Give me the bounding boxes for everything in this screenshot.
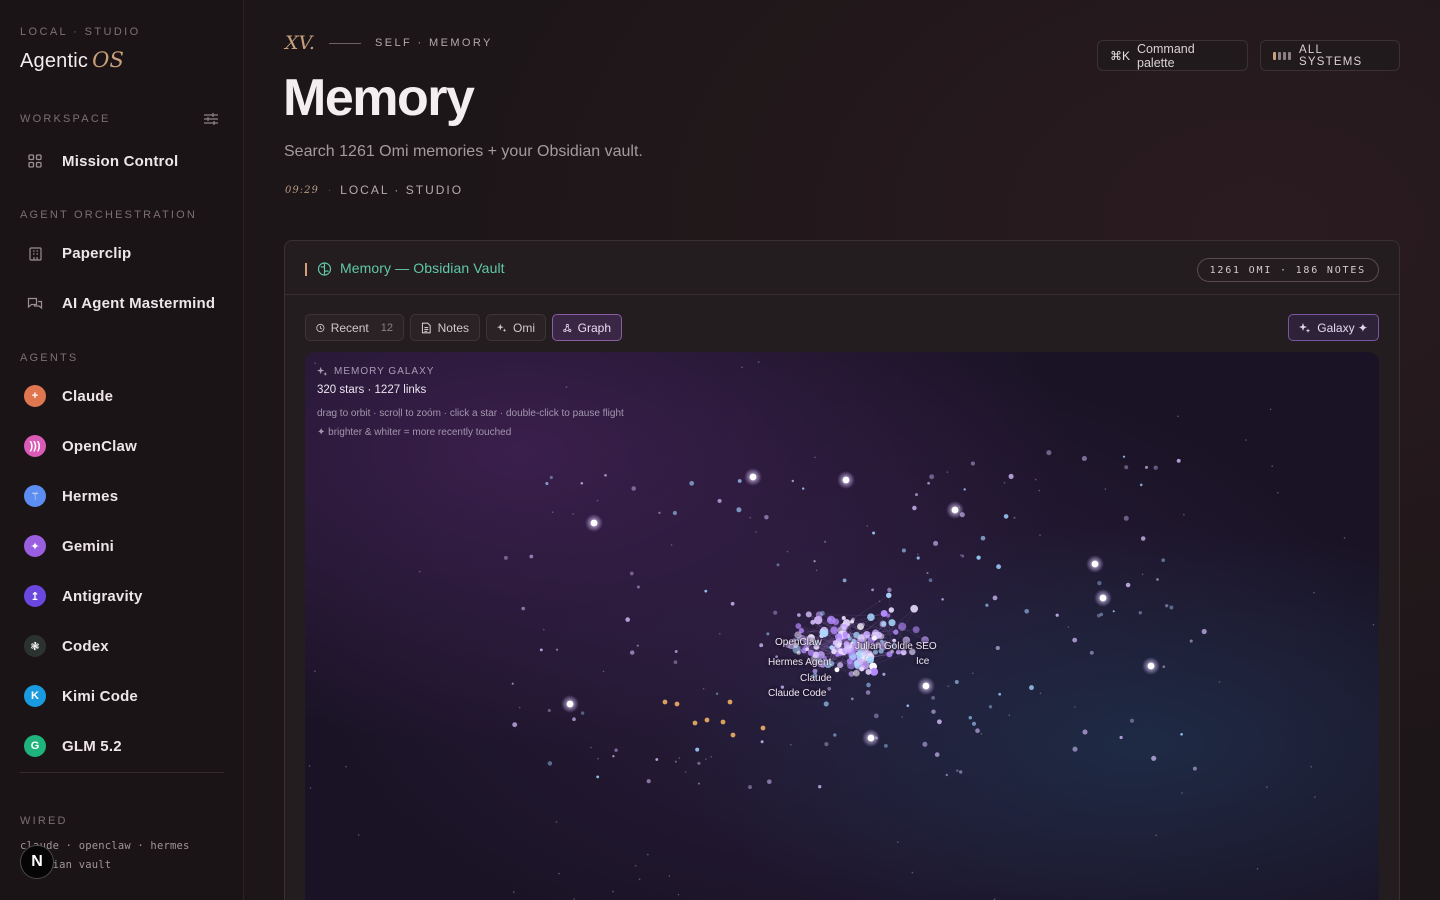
clock-icon bbox=[316, 323, 325, 332]
galaxy-stats: 320 stars · 1227 links bbox=[317, 384, 427, 396]
antigravity-avatar-icon: ↥ bbox=[24, 585, 46, 607]
count-badge: 1261 OMI · 186 NOTES bbox=[1196, 258, 1379, 282]
galaxy-hint: drag to orbit · scroll to zoom · click a… bbox=[317, 408, 624, 419]
breadcrumb: SELF · MEMORY bbox=[374, 37, 493, 49]
gemini-avatar-icon: ✦ bbox=[24, 535, 46, 557]
node-label[interactable]: Ice bbox=[916, 656, 929, 667]
sidebar-item-label: AI Agent Mastermind bbox=[62, 294, 216, 312]
glm-5-2-avatar-icon: G bbox=[24, 735, 46, 757]
galaxy-eyebrow-label: MEMORY GALAXY bbox=[334, 366, 435, 377]
tab-omi[interactable]: Omi bbox=[486, 314, 546, 341]
node-label[interactable]: Julian Goldie SEO bbox=[855, 641, 937, 652]
tab-notes[interactable]: Notes bbox=[410, 314, 480, 341]
brand-title[interactable]: Agentic OS bbox=[20, 48, 124, 73]
kimi-code-avatar-icon: K bbox=[24, 685, 46, 707]
sidebar-item-label: Mission Control bbox=[62, 152, 179, 170]
page-eyebrow: XV. SELF · MEMORY bbox=[285, 32, 493, 54]
panel-header: Memory — Obsidian Vault 1261 OMI · 186 N… bbox=[285, 241, 1399, 295]
location-label: LOCAL · STUDIO bbox=[340, 183, 464, 197]
tab-label: Omi bbox=[513, 320, 535, 335]
sidebar-item-openclaw[interactable]: ))) OpenClaw bbox=[20, 426, 224, 466]
sidebar-item-gemini[interactable]: ✦ Gemini bbox=[20, 526, 224, 566]
page-meta: 09:29 · LOCAL · STUDIO bbox=[285, 183, 463, 197]
document-icon bbox=[421, 322, 431, 333]
tab-label: Graph bbox=[577, 320, 611, 335]
sidebar-divider bbox=[20, 772, 224, 773]
sidebar-item-glm-5-2[interactable]: G GLM 5.2 bbox=[20, 726, 224, 766]
sidebar-item-claude[interactable]: + Claude bbox=[20, 376, 224, 416]
command-palette-label: Command palette bbox=[1137, 41, 1195, 70]
tab-count: 12 bbox=[380, 321, 393, 334]
panel-title: Memory — Obsidian Vault bbox=[340, 260, 505, 276]
section-orchestration: AGENT ORCHESTRATION bbox=[20, 209, 198, 221]
codex-avatar-icon: ❃ bbox=[24, 635, 46, 657]
openclaw-avatar-icon: ))) bbox=[24, 435, 46, 457]
building-icon bbox=[26, 244, 44, 262]
sidebar-item-label: GLM 5.2 bbox=[62, 737, 122, 755]
tab-graph[interactable]: Graph bbox=[552, 314, 622, 341]
command-palette-button[interactable]: ⌘K Command palette bbox=[1097, 40, 1248, 71]
galaxy-legend-hint: ✦ brighter & whiter = more recently touc… bbox=[317, 427, 512, 438]
galaxy-eyebrow: MEMORY GALAXY bbox=[317, 366, 434, 377]
dev-badge[interactable]: N bbox=[20, 845, 54, 879]
sparkles-icon bbox=[1299, 322, 1311, 333]
sidebar-item-ai-agent-mastermind[interactable]: AI Agent Mastermind bbox=[20, 283, 224, 323]
page-title: Memory bbox=[283, 69, 475, 127]
tab-label: Notes bbox=[437, 320, 469, 335]
sidebar-item-label: Claude bbox=[62, 387, 114, 405]
command-shortcut: ⌘K bbox=[1110, 48, 1131, 63]
sidebar-item-label: Paperclip bbox=[62, 244, 132, 262]
graph-icon bbox=[563, 323, 572, 332]
clock-time: 09:29 bbox=[285, 184, 319, 196]
status-bars-icon bbox=[1273, 51, 1291, 60]
brand-suffix: OS bbox=[92, 48, 125, 72]
sidebar-item-label: OpenClaw bbox=[62, 437, 137, 455]
meta-separator: · bbox=[327, 184, 332, 196]
sidebar-item-kimi-code[interactable]: K Kimi Code bbox=[20, 676, 224, 716]
eyebrow-rule bbox=[328, 42, 361, 44]
sidebar-item-label: Antigravity bbox=[62, 587, 143, 605]
sliders-icon[interactable] bbox=[203, 112, 219, 126]
memory-galaxy-canvas[interactable]: MEMORY GALAXY 320 stars · 1227 links dra… bbox=[305, 352, 1379, 900]
all-systems-button[interactable]: ALL SYSTEMS bbox=[1260, 40, 1400, 71]
sidebar-item-label: Hermes bbox=[62, 487, 119, 505]
sidebar-item-antigravity[interactable]: ↥ Antigravity bbox=[20, 576, 224, 616]
page-subtitle: Search 1261 Omi memories + your Obsidian… bbox=[284, 143, 643, 160]
section-number: XV. bbox=[285, 32, 315, 54]
memory-panel: Memory — Obsidian Vault 1261 OMI · 186 N… bbox=[284, 240, 1400, 900]
sidebar-item-label: Kimi Code bbox=[62, 687, 138, 705]
section-wired: WIRED bbox=[20, 815, 68, 827]
sparkles-icon bbox=[317, 366, 328, 376]
tab-recent[interactable]: Recent 12 bbox=[305, 314, 404, 341]
tab-label: Recent bbox=[330, 320, 369, 335]
sparkles-icon bbox=[497, 323, 507, 332]
sidebar-item-paperclip[interactable]: Paperclip bbox=[20, 233, 224, 273]
node-label[interactable]: Claude bbox=[800, 673, 832, 684]
sidebar: LOCAL · STUDIO Agentic OS WORKSPACE Missi… bbox=[0, 0, 244, 900]
all-systems-label: ALL SYSTEMS bbox=[1299, 43, 1363, 68]
sidebar-item-label: Codex bbox=[62, 637, 109, 655]
galaxy-stars[interactable] bbox=[308, 361, 1375, 900]
claude-avatar-icon: + bbox=[24, 385, 46, 407]
node-label[interactable]: Hermes Agent bbox=[768, 657, 831, 668]
panel-accent-bar bbox=[305, 263, 307, 276]
sidebar-item-mission-control[interactable]: Mission Control bbox=[20, 141, 224, 181]
section-agents: AGENTS bbox=[20, 352, 79, 364]
section-workspace: WORKSPACE bbox=[20, 113, 111, 125]
brand-eyebrow: LOCAL · STUDIO bbox=[20, 26, 141, 38]
sidebar-item-hermes[interactable]: ⚚ Hermes bbox=[20, 476, 224, 516]
sidebar-item-label: Gemini bbox=[62, 537, 115, 555]
node-label[interactable]: OpenClaw bbox=[775, 637, 822, 648]
brain-icon bbox=[317, 262, 332, 276]
node-label[interactable]: Claude Code bbox=[768, 688, 826, 699]
sidebar-item-codex[interactable]: ❃ Codex bbox=[20, 626, 224, 666]
chat-icon bbox=[26, 294, 44, 312]
galaxy-button-label: Galaxy ✦ bbox=[1317, 320, 1368, 335]
galaxy-button[interactable]: Galaxy ✦ bbox=[1288, 314, 1379, 341]
brand-name: Agentic bbox=[20, 50, 89, 72]
grid-icon bbox=[26, 152, 44, 170]
hermes-avatar-icon: ⚚ bbox=[24, 485, 46, 507]
